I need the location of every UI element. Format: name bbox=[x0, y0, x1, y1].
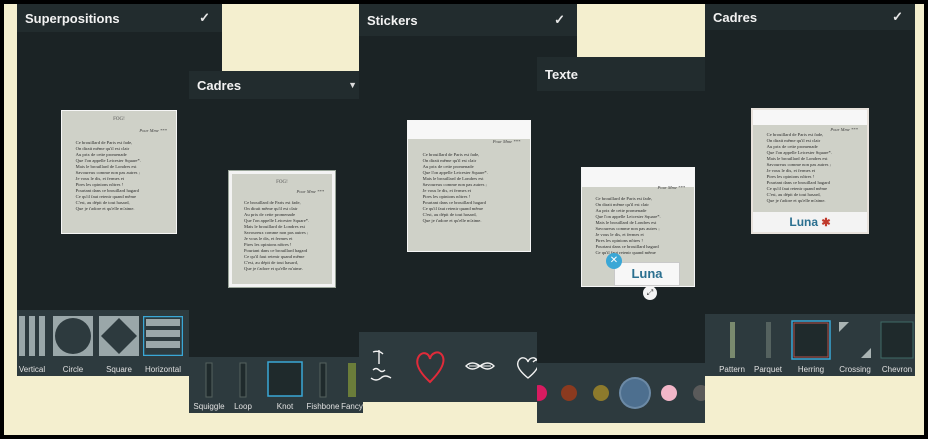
loop-frame-option[interactable]: Loop bbox=[229, 361, 257, 411]
mustache-sticker-icon bbox=[465, 362, 495, 370]
heart-sticker-icon bbox=[416, 351, 445, 384]
knot-frame-option[interactable]: Knot bbox=[267, 361, 303, 411]
color-swatch-gray[interactable] bbox=[693, 385, 705, 401]
resize-text-button[interactable]: ⤢ bbox=[643, 286, 657, 300]
crossing-frame-icon bbox=[839, 322, 871, 358]
stickers-header: Stickers ✓ bbox=[359, 4, 577, 36]
superpositions-header: Superpositions ✓ bbox=[17, 4, 222, 32]
loop-frame-icon bbox=[239, 362, 247, 398]
color-swatch-light-pink[interactable] bbox=[661, 385, 677, 401]
horizontal-layout-option[interactable]: Horizontal bbox=[142, 315, 184, 374]
chevron-down-icon[interactable]: ▼ bbox=[348, 80, 357, 90]
square-layout-option[interactable]: Square bbox=[99, 316, 139, 374]
circle-layout-icon bbox=[53, 316, 93, 356]
herring-frame-option[interactable]: Herring bbox=[791, 320, 831, 374]
pattern-frame-icon bbox=[730, 322, 735, 358]
circle-layout-option[interactable]: Circle bbox=[53, 316, 93, 374]
photo-preview[interactable]: Pour Mme *** Ce brouillard de Paris est … bbox=[407, 120, 531, 252]
close-icon: ✕ bbox=[609, 255, 619, 266]
collage-frame: Superpositions ✓ FOG! Pour Mme *** Ce br… bbox=[4, 4, 924, 435]
horizontal-layout-icon bbox=[142, 315, 184, 357]
photo-preview[interactable]: FOG! Pour Mme *** Ce brouillard de Paris… bbox=[228, 170, 336, 288]
chevron-frame-option[interactable]: Chevron bbox=[879, 320, 915, 374]
squiggle-frame-icon bbox=[205, 362, 213, 398]
poem-title: FOG! bbox=[113, 117, 125, 123]
squiggle-frame-option[interactable]: Squiggle bbox=[193, 361, 225, 411]
text-overlay-value: Luna bbox=[631, 266, 663, 281]
thank-you-sticker[interactable] bbox=[365, 346, 399, 386]
mustache-sticker[interactable] bbox=[463, 352, 497, 382]
color-swatch-tray bbox=[537, 363, 705, 423]
confirm-check-icon[interactable]: ✓ bbox=[199, 10, 210, 26]
frame-options-tray: Squiggle Loop Knot Fishbone Fancy bbox=[189, 357, 363, 413]
delete-text-button[interactable]: ✕ bbox=[606, 253, 622, 269]
screen-title: Texte bbox=[545, 66, 578, 82]
screen-title: Cadres bbox=[713, 9, 758, 25]
screen-title: Stickers bbox=[367, 12, 418, 28]
cadres-pattern-screen: Cadres ✓ Pour Mme *** Ce brouillard de P… bbox=[705, 4, 915, 376]
photo-preview[interactable]: FOG! Pour Mme *** Ce brouillard de Paris… bbox=[61, 110, 177, 234]
heart-sticker[interactable] bbox=[413, 346, 447, 386]
herring-frame-icon bbox=[791, 320, 831, 360]
text-overlay-band: Luna ✱ bbox=[753, 212, 867, 232]
text-overlay-box[interactable]: Luna bbox=[614, 262, 680, 286]
pattern-frame-option[interactable]: Pattern bbox=[719, 320, 745, 374]
square-layout-icon bbox=[99, 316, 139, 356]
flower-icon: ✱ bbox=[821, 217, 831, 229]
text-overlay-value: Luna bbox=[789, 215, 819, 229]
cadres-frames-screen: Cadres ▼ FOG! Pour Mme *** Ce brouillard… bbox=[189, 71, 363, 413]
color-swatch-olive[interactable] bbox=[593, 385, 609, 401]
photo-preview[interactable]: Pour Mme *** Ce brouillard de Paris est … bbox=[581, 167, 695, 287]
parquet-frame-icon bbox=[766, 322, 771, 358]
poem-text: Ce brouillard de Paris est fade, On dirai… bbox=[75, 140, 141, 212]
thank-you-sticker-icon bbox=[370, 350, 392, 381]
knot-frame-icon bbox=[267, 361, 303, 397]
texte-header: Texte bbox=[537, 57, 705, 91]
pattern-options-tray: Pattern Parquet Herring Crossing Chevron bbox=[705, 314, 915, 376]
screen-title: Cadres bbox=[197, 77, 242, 93]
crossing-frame-option[interactable]: Crossing bbox=[837, 320, 873, 374]
screen-title: Superpositions bbox=[25, 10, 120, 26]
photo-preview[interactable]: Pour Mme *** Ce brouillard de Paris est … bbox=[751, 108, 869, 234]
vertical-layout-option[interactable]: Vertical bbox=[17, 316, 47, 374]
chevron-frame-icon bbox=[880, 321, 914, 359]
texte-screen: Texte Pour Mme *** Ce brouillard de Pari… bbox=[537, 57, 705, 423]
fishbone-frame-option[interactable]: Fishbone bbox=[307, 361, 339, 411]
color-swatch-brown[interactable] bbox=[561, 385, 577, 401]
poem-dedication: Pour Mme *** bbox=[139, 128, 167, 134]
confirm-check-icon[interactable]: ✓ bbox=[892, 9, 903, 25]
cadres-header: Cadres ▼ bbox=[189, 71, 363, 99]
color-swatch-blue-selected[interactable] bbox=[621, 379, 649, 407]
vertical-layout-icon bbox=[19, 316, 45, 356]
fishbone-frame-icon bbox=[319, 362, 327, 398]
color-swatch-pink[interactable] bbox=[537, 385, 547, 401]
cadres-header: Cadres ✓ bbox=[705, 4, 915, 30]
confirm-check-icon[interactable]: ✓ bbox=[554, 12, 565, 28]
parquet-frame-option[interactable]: Parquet bbox=[754, 320, 782, 374]
resize-icon: ⤢ bbox=[646, 288, 654, 297]
